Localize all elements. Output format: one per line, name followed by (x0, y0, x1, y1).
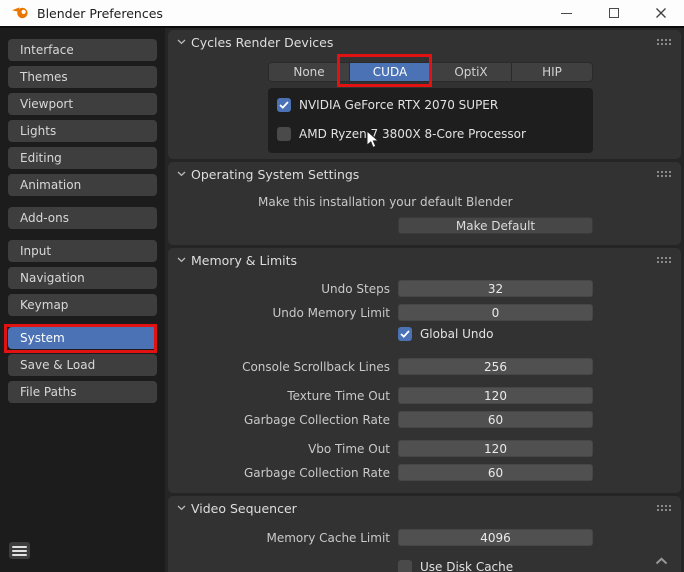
vbo-gc-rate-field[interactable]: 60 (398, 464, 593, 481)
panel-grip-icon[interactable] (657, 38, 672, 46)
vbo-timeout-row: Vbo Time Out 120 (168, 440, 681, 457)
undo-memory-limit-field[interactable]: 0 (398, 304, 593, 321)
nvidia-device-checkbox[interactable] (277, 98, 291, 112)
sidebar-item-save-load[interactable]: Save & Load (8, 354, 157, 376)
undo-steps-row: Undo Steps 32 (168, 280, 681, 297)
field-label: Vbo Time Out (308, 441, 390, 456)
field-label: Console Scrollback Lines (242, 359, 390, 374)
console-scrollback-row: Console Scrollback Lines 256 (168, 358, 681, 375)
field-label: Memory Cache Limit (266, 530, 391, 545)
console-scrollback-field[interactable]: 256 (398, 358, 593, 375)
field-label: Texture Time Out (287, 388, 390, 403)
os-section-header[interactable]: Operating System Settings (168, 162, 681, 186)
window-controls (543, 0, 684, 26)
panel-grip-icon[interactable] (657, 504, 672, 512)
content-area: Interface Themes Viewport Lights Editing… (0, 28, 684, 572)
blender-preferences-window: Blender Preferences Interface Themes Vie… (0, 0, 684, 572)
field-label: Garbage Collection Rate (243, 465, 390, 480)
blender-logo-icon (11, 4, 29, 23)
chevron-down-icon (177, 505, 191, 511)
tab-optix[interactable]: OptiX (431, 63, 511, 81)
main-panel: Cycles Render Devices None CUDA OptiX HI… (165, 28, 684, 572)
texture-gc-rate-field[interactable]: 60 (398, 411, 593, 428)
undo-memory-limit-row: Undo Memory Limit 0 (168, 304, 681, 321)
use-disk-cache-row: Use Disk Cache (398, 559, 681, 572)
sidebar-item-addons[interactable]: Add-ons (8, 207, 157, 229)
field-label: Undo Memory Limit (272, 305, 390, 320)
panel-grip-icon[interactable] (657, 256, 672, 264)
section-memory-limits: Memory & Limits Undo Steps 32 Undo Memor… (168, 248, 681, 493)
device-list: NVIDIA GeForce RTX 2070 SUPER AMD Ryzen … (268, 88, 593, 153)
memory-cache-limit-row: Memory Cache Limit 4096 (168, 529, 681, 546)
scroll-up-icon[interactable] (655, 550, 668, 569)
tab-none[interactable]: None (269, 63, 349, 81)
section-os-settings: Operating System Settings Make this inst… (168, 162, 681, 245)
section-cycles-render-devices: Cycles Render Devices None CUDA OptiX HI… (168, 30, 681, 159)
use-disk-cache-checkbox[interactable] (398, 559, 412, 572)
undo-steps-field[interactable]: 32 (398, 280, 593, 297)
default-blender-description: Make this installation your default Blen… (258, 195, 513, 209)
sidebar: Interface Themes Viewport Lights Editing… (0, 28, 165, 572)
global-undo-checkbox[interactable] (398, 326, 412, 341)
sidebar-item-lights[interactable]: Lights (8, 120, 157, 142)
close-icon (655, 8, 666, 18)
section-video-sequencer: Video Sequencer Memory Cache Limit 4096 … (168, 496, 681, 572)
sidebar-item-input[interactable]: Input (8, 240, 157, 262)
tab-cuda[interactable]: CUDA (350, 63, 430, 81)
use-disk-cache-label: Use Disk Cache (420, 559, 514, 572)
vbo-gc-rate-row: Garbage Collection Rate 60 (168, 464, 681, 481)
maximize-icon (608, 8, 619, 18)
sidebar-item-themes[interactable]: Themes (8, 66, 157, 88)
sidebar-item-animation[interactable]: Animation (8, 174, 157, 196)
memory-cache-limit-field[interactable]: 4096 (398, 529, 593, 546)
device-row-amd: AMD Ryzen 7 3800X 8-Core Processor (277, 124, 584, 144)
amd-device-checkbox[interactable] (277, 127, 291, 141)
vbo-timeout-field[interactable]: 120 (398, 440, 593, 457)
texture-gc-rate-row: Garbage Collection Rate 60 (168, 411, 681, 428)
device-label: NVIDIA GeForce RTX 2070 SUPER (299, 98, 499, 112)
sidebar-item-system[interactable]: System (8, 327, 157, 349)
global-undo-row: Global Undo (398, 326, 681, 341)
panel-grip-icon[interactable] (657, 170, 672, 178)
titlebar: Blender Preferences (0, 0, 684, 28)
chevron-down-icon (177, 171, 191, 177)
check-icon (400, 329, 410, 338)
device-label: AMD Ryzen 7 3800X 8-Core Processor (299, 127, 526, 141)
sidebar-item-file-paths[interactable]: File Paths (8, 381, 157, 403)
sidebar-item-navigation[interactable]: Navigation (8, 267, 157, 289)
memory-section-header[interactable]: Memory & Limits (168, 248, 681, 272)
texture-timeout-field[interactable]: 120 (398, 387, 593, 404)
tab-hip[interactable]: HIP (512, 63, 592, 81)
field-label: Garbage Collection Rate (243, 412, 390, 427)
sidebar-item-interface[interactable]: Interface (8, 39, 157, 61)
section-title: Operating System Settings (191, 166, 360, 182)
minimize-icon (561, 12, 572, 14)
video-section-header[interactable]: Video Sequencer (168, 496, 681, 520)
section-title: Cycles Render Devices (191, 34, 334, 50)
field-label: Undo Steps (321, 281, 390, 296)
texture-timeout-row: Texture Time Out 120 (168, 387, 681, 404)
section-title: Video Sequencer (191, 500, 297, 516)
device-type-tabs: None CUDA OptiX HIP (268, 62, 593, 82)
sidebar-item-editing[interactable]: Editing (8, 147, 157, 169)
check-icon (279, 101, 289, 109)
chevron-down-icon (177, 257, 191, 263)
global-undo-label: Global Undo (420, 326, 494, 341)
make-default-button[interactable]: Make Default (398, 217, 593, 234)
device-row-nvidia: NVIDIA GeForce RTX 2070 SUPER (277, 95, 584, 115)
section-title: Memory & Limits (191, 252, 298, 268)
chevron-down-icon (177, 39, 191, 45)
close-button[interactable] (637, 0, 684, 26)
sidebar-item-viewport[interactable]: Viewport (8, 93, 157, 115)
window-title: Blender Preferences (37, 5, 163, 21)
sidebar-item-keymap[interactable]: Keymap (8, 294, 157, 316)
hamburger-icon (12, 545, 27, 548)
cycles-section-header[interactable]: Cycles Render Devices (168, 30, 681, 54)
maximize-button[interactable] (590, 0, 637, 26)
minimize-button[interactable] (543, 0, 590, 26)
preferences-menu-button[interactable] (9, 542, 30, 559)
